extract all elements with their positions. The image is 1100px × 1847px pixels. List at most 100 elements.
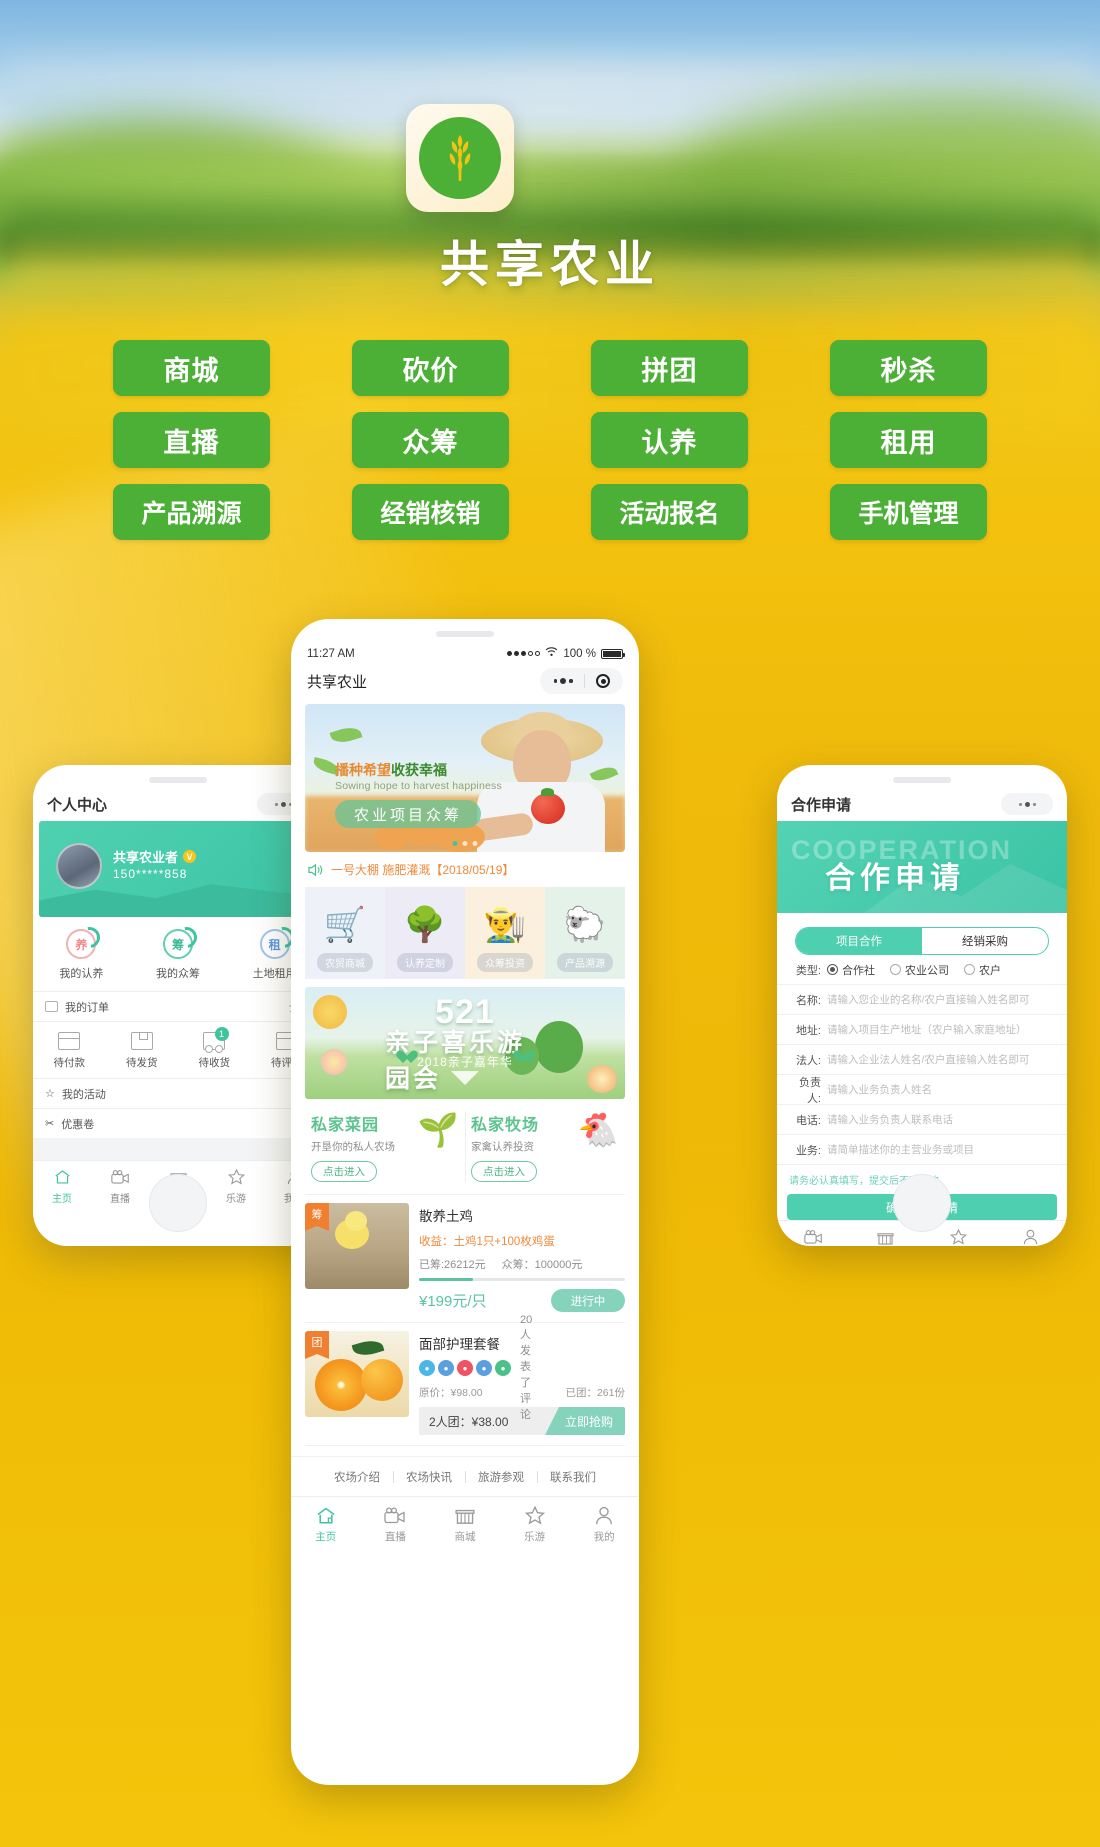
miniprogram-capsule[interactable]: [1001, 793, 1053, 815]
carousel-dot[interactable]: [462, 841, 468, 846]
order-status-daishouhuo[interactable]: 1 待收货: [178, 1027, 251, 1070]
feature-button-pintuan[interactable]: 拼团: [591, 340, 748, 396]
feature-button-zuyong[interactable]: 租用: [830, 412, 987, 468]
radio-cooperative[interactable]: 合作社: [827, 962, 875, 978]
nav-item-live[interactable]: 直播: [361, 1504, 431, 1544]
tab-project-cooperation[interactable]: 项目合作: [796, 928, 922, 954]
home-button[interactable]: [149, 1174, 207, 1232]
radio-farmer[interactable]: 农户: [964, 962, 1001, 978]
carousel-dot[interactable]: [472, 841, 478, 846]
footer-link-farm-intro[interactable]: 农场介绍: [321, 1469, 393, 1485]
close-target-icon[interactable]: [587, 674, 619, 688]
product-price: ¥199元/只: [419, 1293, 487, 1310]
nav-item-mine[interactable]: 我的: [569, 1504, 639, 1544]
product-info: 面部护理套餐 ● ● ● ● ● 20人发表了评论 原价：¥98.00 已团：2…: [419, 1314, 625, 1435]
feature-button-shoujiguanli[interactable]: 手机管理: [830, 484, 987, 540]
status-label: 待发货: [126, 1057, 158, 1069]
quick-entry-renyang[interactable]: 养 我的认养: [33, 929, 130, 981]
carousel-dot-active[interactable]: [452, 841, 458, 846]
feature-button-huodongbaoming[interactable]: 活动报名: [591, 484, 748, 540]
my-activity-row[interactable]: ☆ 我的活动: [33, 1078, 323, 1108]
dot-icon: [560, 678, 566, 684]
wheat-logo-icon: [419, 117, 501, 199]
nav-item-live[interactable]: 直播: [91, 1167, 149, 1205]
feature-button-miaosha[interactable]: 秒杀: [830, 340, 987, 396]
dot-icon: [535, 651, 541, 656]
feature-button-zhibo[interactable]: 直播: [113, 412, 270, 468]
feature-button-kanjia[interactable]: 砍价: [352, 340, 509, 396]
status-indicators: 100 %: [507, 647, 625, 660]
farm-entry-vegetable-garden[interactable]: 私家菜园 开垦你的私人农场 点击进入 🌱: [305, 1099, 465, 1194]
radio-dot-icon: [890, 964, 901, 975]
footer-link-tour[interactable]: 旅游参观: [465, 1469, 537, 1485]
nav-item-home[interactable]: 主页: [33, 1167, 91, 1205]
feature-button-jingxiaohexiao[interactable]: 经销核销: [352, 484, 509, 540]
left-page-title: 个人中心: [47, 796, 108, 814]
feature-button-zhongchou[interactable]: 众筹: [352, 412, 509, 468]
product-item-chicken[interactable]: 筹 散养土鸡 收益：土鸡1只+100枚鸡蛋 已筹:26212元 众筹：10000…: [305, 1203, 625, 1323]
category-card-crowdfunding[interactable]: 👨‍🌾 众筹投资: [465, 887, 545, 979]
tab-dealer-purchase[interactable]: 经销采购: [922, 928, 1048, 954]
form-row-phone[interactable]: 电话: 请输入业务负责人联系电话: [777, 1105, 1067, 1135]
star-icon: [207, 1167, 265, 1187]
legal-person-field[interactable]: 请输入企业法人姓名/农户直接输入姓名即可: [827, 1052, 1029, 1067]
form-row-business[interactable]: 业务: 请简单描述你的主营业务或项目: [777, 1135, 1067, 1165]
nav-item-tour[interactable]: 乐游: [207, 1167, 265, 1205]
carousel-dots[interactable]: [452, 841, 478, 846]
nav-label: 乐游: [524, 1531, 546, 1543]
coupon-row[interactable]: ✂ 优惠卷: [33, 1108, 323, 1138]
footer-link-farm-news[interactable]: 农场快讯: [393, 1469, 465, 1485]
my-orders-row[interactable]: 我的订单 全部: [33, 991, 323, 1021]
order-list-icon: [45, 1001, 58, 1012]
nav-item-store[interactable]: 商城: [430, 1504, 500, 1544]
footer-link-contact[interactable]: 联系我们: [537, 1469, 609, 1485]
avatar[interactable]: [56, 843, 102, 889]
form-row-manager[interactable]: 负责人: 请输入业务负责人姓名: [777, 1075, 1067, 1105]
nav-item-home[interactable]: 主页: [291, 1504, 361, 1544]
form-row-name[interactable]: 名称: 请输入您企业的名称/农户直接输入姓名即可: [777, 985, 1067, 1015]
address-field[interactable]: 请输入项目生产地址（农户输入家庭地址）: [827, 1022, 1027, 1037]
business-field[interactable]: 请简单描述你的主营业务或项目: [827, 1142, 974, 1157]
product-item-facial-care[interactable]: 团 面部护理套餐 ● ● ● ● ● 20人发表了评论 原价：¥98.00 已团…: [305, 1314, 625, 1446]
farm-enter-button[interactable]: 点击进入: [311, 1161, 377, 1182]
name-field[interactable]: 请输入您企业的名称/农户直接输入姓名即可: [827, 992, 1029, 1007]
dot-icon: [1032, 802, 1036, 806]
feature-button-renyang[interactable]: 认养: [591, 412, 748, 468]
phone-field[interactable]: 请输入业务负责人联系电话: [827, 1112, 953, 1127]
notice-bar[interactable]: 一号大棚 施肥灌溉【2018/05/19】: [305, 852, 625, 887]
product-action-button[interactable]: 进行中: [551, 1289, 625, 1312]
miniprogram-capsule[interactable]: [540, 668, 623, 694]
banner-cta-button[interactable]: 农业项目众筹: [335, 800, 481, 828]
feature-grid: 商城 砍价 拼团 秒杀 直播 众筹 认养 租用 产品溯源 经销核销 活动报名 手…: [113, 340, 987, 540]
more-menu-icon[interactable]: [544, 678, 582, 684]
order-status-daifukuan[interactable]: 待付款: [33, 1032, 106, 1070]
dot-icon: [553, 679, 557, 683]
nav-label: 直播: [110, 1194, 130, 1205]
feature-button-shangcheng[interactable]: 商城: [113, 340, 270, 396]
left-screen: 个人中心 共享农业者 V 150*****858 养 我的认养 筹 我的众筹 租: [33, 787, 323, 1213]
quick-entry-label: 我的认养: [59, 968, 104, 980]
radio-agri-company[interactable]: 农业公司: [890, 962, 949, 978]
order-status-daifahuo[interactable]: 待发货: [106, 1032, 179, 1070]
buy-now-button[interactable]: 立即抢购: [544, 1407, 625, 1435]
store-icon: [430, 1504, 500, 1526]
form-row-address[interactable]: 地址: 请输入项目生产地址（农户输入家庭地址）: [777, 1015, 1067, 1045]
field-label: 名称:: [795, 994, 821, 1007]
hero-banner-carousel[interactable]: 播种希望收获幸福 Sowing hope to harvest happines…: [305, 704, 625, 852]
quick-entry-zhongchou[interactable]: 筹 我的众筹: [130, 929, 227, 981]
category-card-traceability[interactable]: 🐑 产品溯源: [545, 887, 625, 979]
home-button[interactable]: [893, 1174, 951, 1232]
form-row-legal-person[interactable]: 法人: 请输入企业法人姓名/农户直接输入姓名即可: [777, 1045, 1067, 1075]
product-thumbnail[interactable]: 团: [305, 1331, 409, 1417]
farm-entry-private-ranch[interactable]: 私家牧场 家禽认养投资 点击进入 🐔: [465, 1099, 625, 1194]
event-banner-521[interactable]: 521 亲子喜乐游园会 2018亲子嘉年华: [305, 987, 625, 1099]
nav-item-tour[interactable]: 乐游: [500, 1504, 570, 1544]
chick-head: [345, 1211, 367, 1231]
my-activity-label: 我的活动: [61, 1088, 106, 1101]
category-card-market[interactable]: 🛒 农贸商城: [305, 887, 385, 979]
category-card-adoption[interactable]: 🌳 认养定制: [385, 887, 465, 979]
product-thumbnail[interactable]: 筹: [305, 1203, 409, 1289]
feature-button-chanpinsuyuan[interactable]: 产品溯源: [113, 484, 270, 540]
farm-enter-button[interactable]: 点击进入: [471, 1161, 537, 1182]
manager-field[interactable]: 请输入业务负责人姓名: [827, 1082, 932, 1097]
